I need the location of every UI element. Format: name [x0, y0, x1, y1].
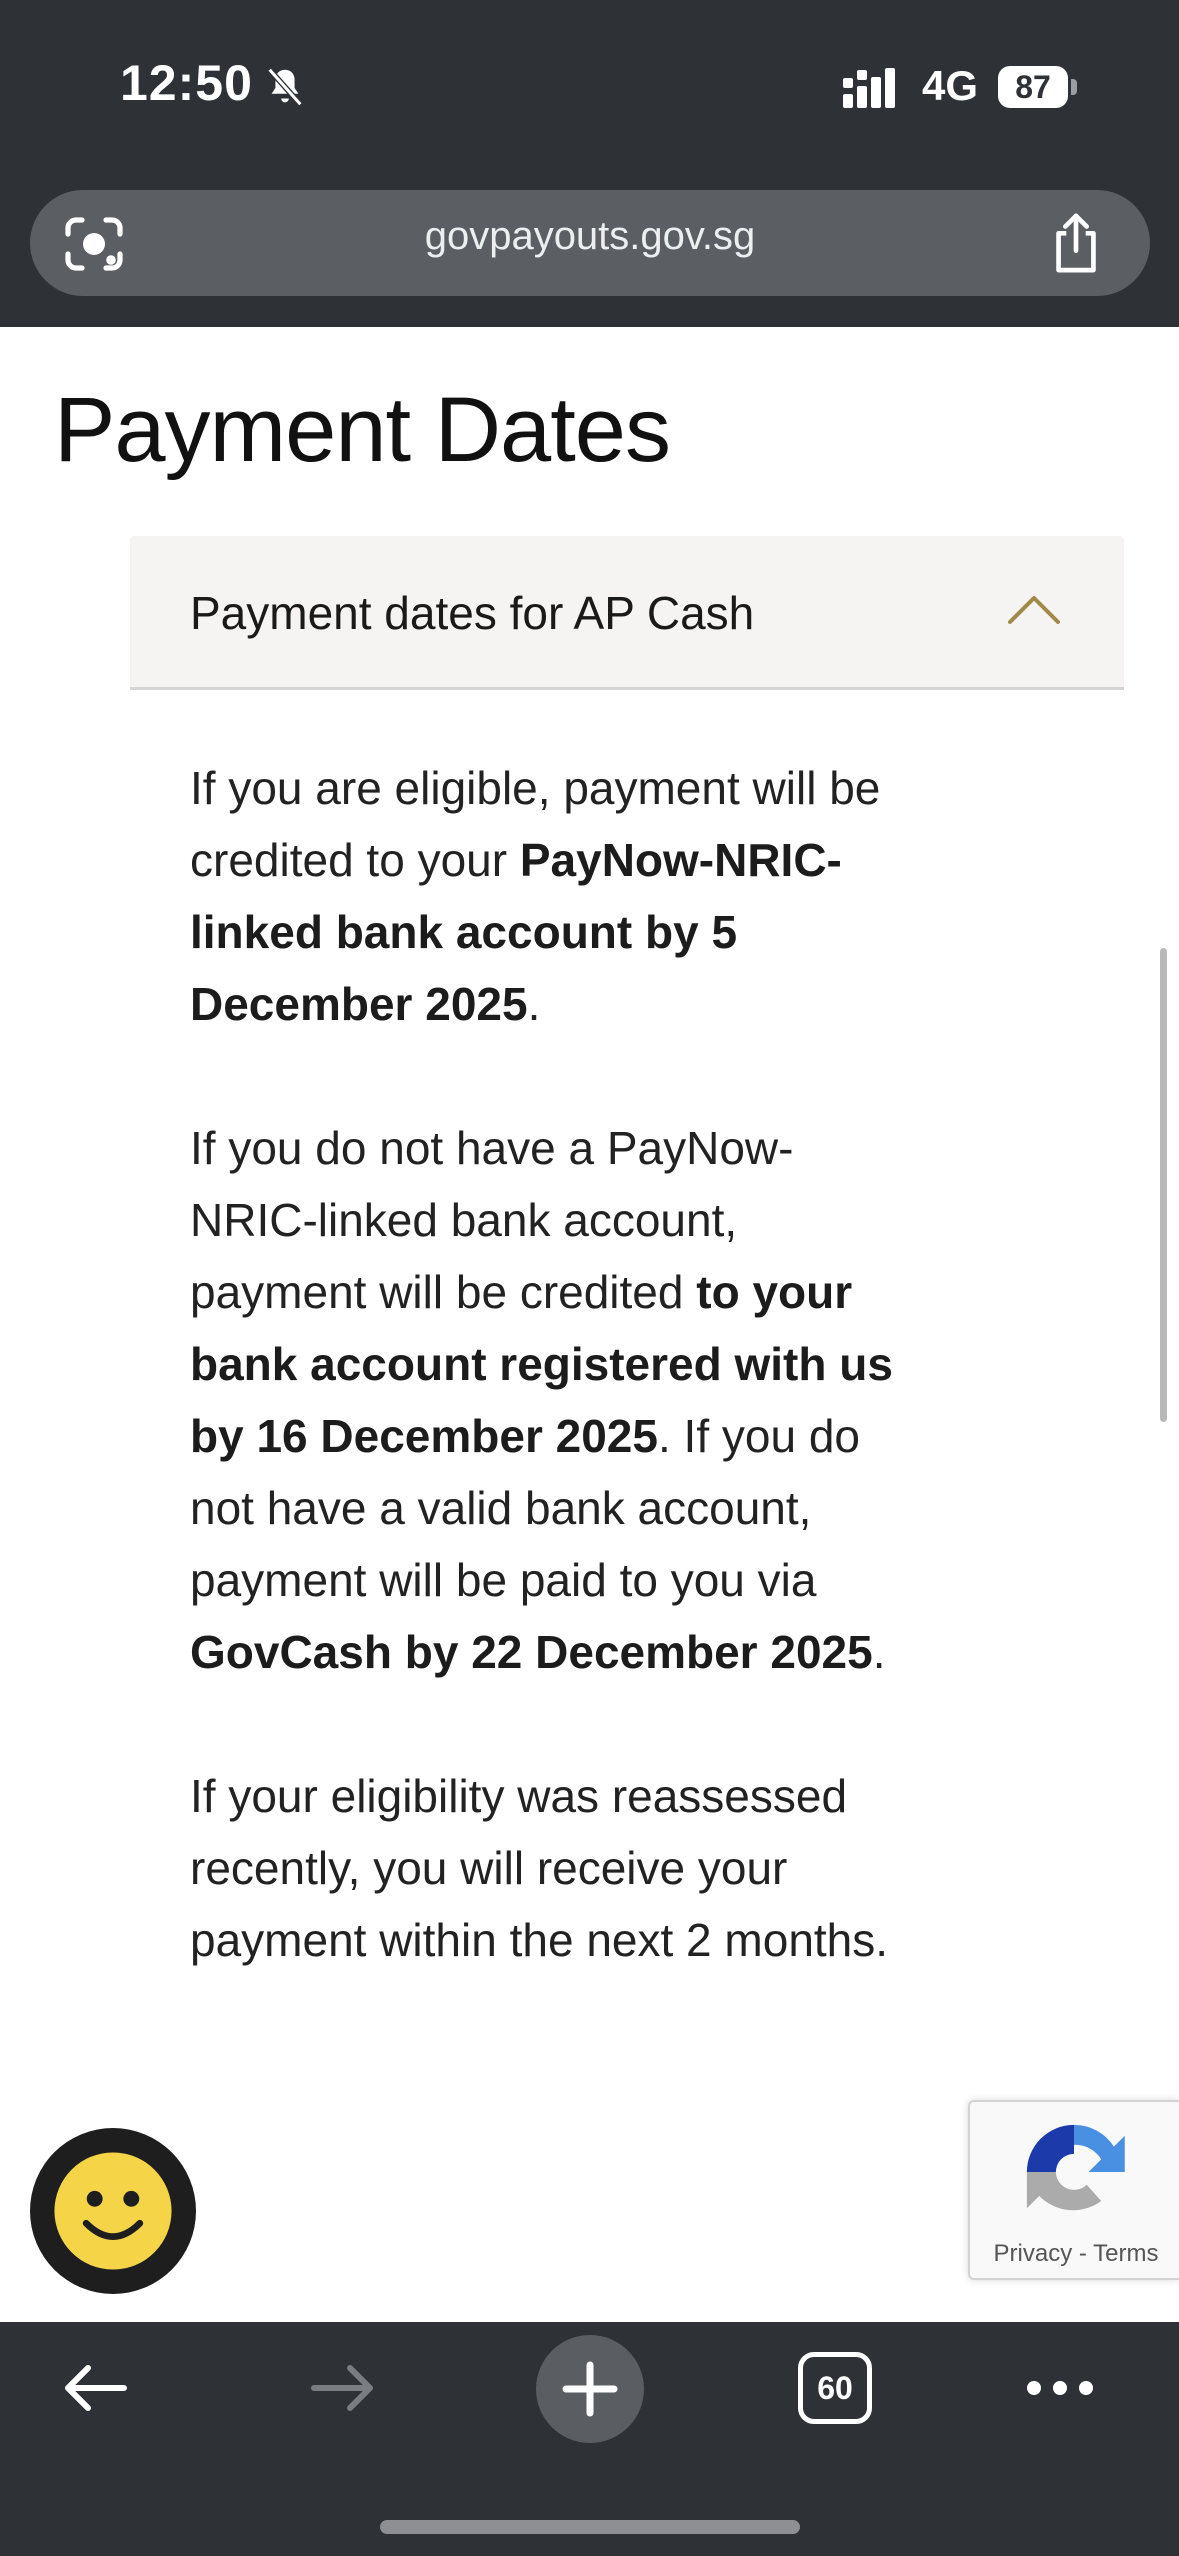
status-time: 12:50	[120, 55, 253, 111]
bell-muted-icon	[267, 67, 303, 107]
recaptcha-terms-link[interactable]: Terms	[1093, 2240, 1158, 2267]
paragraph-bank-account: If you do not have a PayNow-NRIC-linked …	[190, 1122, 893, 1678]
network-type: 4G	[922, 62, 979, 109]
accordion-title[interactable]: Payment dates for AP Cash	[190, 586, 754, 640]
home-indicator[interactable]	[380, 2520, 800, 2534]
forward-icon[interactable]	[306, 2356, 378, 2420]
url-text[interactable]: govpayouts.gov.sg	[200, 214, 980, 259]
paragraph-reassessed: If your eligibility was reassessed recen…	[190, 1770, 889, 1966]
battery-level: 87	[998, 66, 1068, 108]
scroll-indicator[interactable]	[1160, 948, 1167, 1422]
share-icon[interactable]	[1048, 212, 1104, 274]
battery-tip	[1071, 79, 1077, 95]
back-icon[interactable]	[60, 2356, 132, 2420]
chevron-up-icon[interactable]	[1006, 592, 1062, 628]
paragraph-paynow: If you are eligible, payment will be cre…	[190, 762, 881, 1030]
recaptcha-privacy-link[interactable]: Privacy	[994, 2240, 1073, 2267]
page-title: Payment Dates	[54, 379, 671, 481]
signal-icon	[843, 68, 895, 108]
accordion-panel: If you are eligible, payment will be cre…	[190, 752, 910, 2048]
tab-switcher-button[interactable]: 60	[798, 2352, 872, 2424]
lens-icon[interactable]	[64, 216, 124, 272]
smiley-icon[interactable]	[52, 2150, 174, 2272]
plus-icon[interactable]	[556, 2355, 624, 2423]
recaptcha-icon	[1026, 2124, 1125, 2211]
govcash-deadline: GovCash by 22 December 2025	[190, 1626, 873, 1678]
recaptcha-links: Privacy - Terms	[993, 2240, 1159, 2267]
more-icon[interactable]	[1024, 2374, 1096, 2402]
